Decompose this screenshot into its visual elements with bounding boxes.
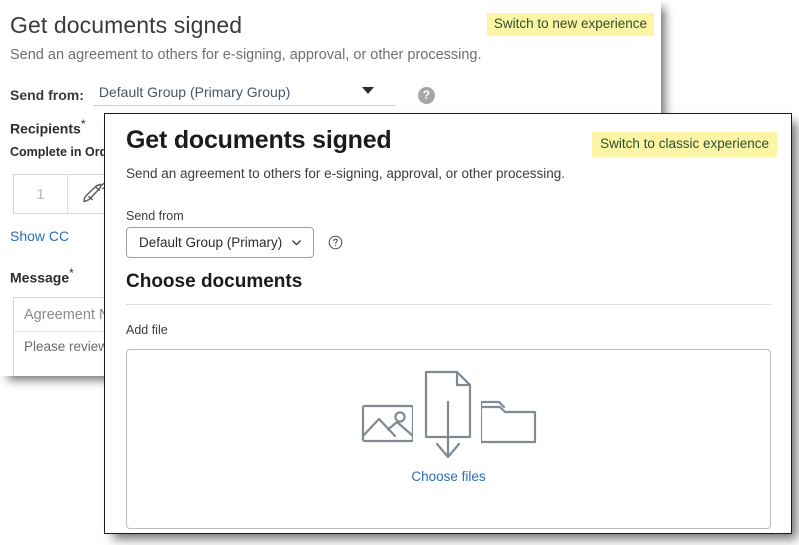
modal-page-subtitle: Send an agreement to others for e-signin…: [126, 166, 566, 181]
document-download-icon: [411, 367, 482, 473]
classic-send-from-label: Send from:: [10, 87, 84, 103]
recipients-label: Recipients*: [10, 117, 85, 137]
add-file-label: Add file: [126, 323, 168, 337]
switch-to-classic-experience-link[interactable]: Switch to classic experience: [592, 132, 777, 157]
recipients-label-text: Recipients: [10, 120, 81, 137]
switch-to-new-experience-link[interactable]: Switch to new experience: [486, 13, 654, 36]
classic-send-from-row: Send from: Default Group (Primary Group)…: [10, 84, 435, 106]
modal-send-from-value: Default Group (Primary): [139, 235, 283, 250]
help-circle-icon[interactable]: [328, 235, 343, 250]
modal-send-from-select[interactable]: Default Group (Primary): [126, 227, 314, 258]
show-cc-link[interactable]: Show CC: [10, 228, 69, 244]
new-experience-modal: Get documents signed Send an agreement t…: [104, 113, 792, 534]
classic-page-subtitle: Send an agreement to others for e-signin…: [10, 47, 482, 63]
choose-documents-heading: Choose documents: [126, 271, 303, 292]
classic-page-title: Get documents signed: [10, 12, 243, 38]
complete-in-order-label: Complete in Order: [10, 145, 120, 159]
required-asterisk: *: [80, 117, 86, 131]
modal-send-from-label: Send from: [126, 209, 184, 223]
modal-page-title: Get documents signed: [126, 126, 392, 154]
chevron-down-icon: [291, 237, 302, 248]
message-label: Message*: [10, 266, 74, 286]
message-label-text: Message: [10, 269, 70, 286]
image-icon: [359, 392, 417, 449]
modal-send-from-row: Default Group (Primary): [126, 227, 343, 258]
dropzone-icon-group: [127, 367, 770, 473]
required-asterisk: *: [69, 266, 74, 280]
section-divider: [126, 304, 771, 305]
caret-down-icon: [361, 87, 374, 94]
file-dropzone[interactable]: Choose files: [126, 349, 771, 529]
classic-send-from-value: Default Group (Primary Group): [98, 84, 291, 100]
classic-send-from-select[interactable]: Default Group (Primary Group): [92, 84, 396, 106]
folder-icon: [477, 393, 539, 450]
help-circle-icon[interactable]: ?: [417, 86, 435, 104]
recipient-order-number: 1: [14, 175, 68, 213]
